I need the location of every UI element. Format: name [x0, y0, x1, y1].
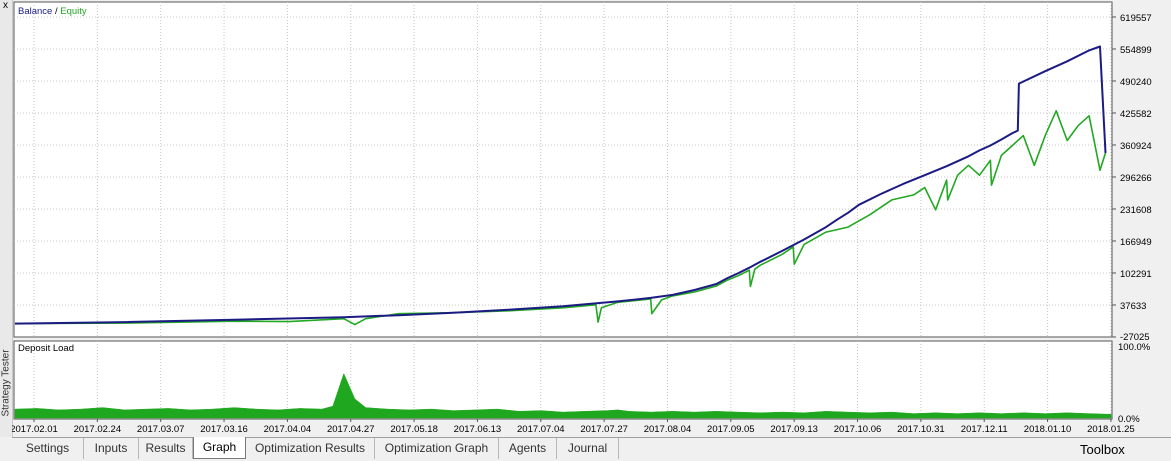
side-title: Strategy Tester — [0, 343, 12, 423]
x-tick-label: 2017.12.11 — [961, 424, 1008, 435]
legend-equity: Equity — [60, 6, 87, 17]
x-tick-label: 2018.01.10 — [1024, 424, 1072, 435]
x-tick-label: 2017.05.18 — [390, 424, 438, 435]
time-axis: 2017.02.01 2017.02.24 2017.03.07 2017.03.16… — [12, 419, 1135, 435]
y-tick-label: 490240 — [1120, 77, 1152, 88]
y-tick-label: 102291 — [1120, 269, 1152, 280]
close-icon[interactable]: x — [0, 0, 11, 11]
x-tick-label: 2017.09.05 — [707, 424, 755, 435]
legend: Balance / Equity — [18, 6, 87, 17]
y-tick-label: 619557 — [1120, 13, 1152, 24]
tab-results[interactable]: Results — [139, 438, 193, 459]
tab-journal[interactable]: Journal — [557, 438, 619, 459]
x-tick-label: 2017.10.06 — [834, 424, 882, 435]
load-y-tick-label: 100.0% — [1118, 342, 1151, 353]
tab-graph[interactable]: Graph — [193, 437, 246, 459]
legend-balance: Balance — [18, 6, 55, 17]
deposit-load-panel: Deposit Load 100.0%0.0% — [13, 340, 1151, 425]
y-tick-label: 231608 — [1120, 205, 1152, 216]
x-tick-label: 2017.02.01 — [12, 424, 58, 435]
y-tick-label: 296266 — [1120, 173, 1152, 184]
toolbox-label: Toolbox — [1080, 442, 1125, 457]
tab-optimization-results[interactable]: Optimization Results — [246, 438, 375, 459]
x-tick-label: 2018.01.25 — [1087, 424, 1135, 435]
y-tick-label: 166949 — [1120, 237, 1152, 248]
y-tick-label: 37633 — [1120, 301, 1146, 312]
x-tick-label: 2017.07.04 — [517, 424, 565, 435]
side-title-text: Strategy Tester — [0, 349, 12, 417]
x-tick-label: 2017.03.16 — [200, 424, 248, 435]
x-tick-label: 2017.09.13 — [770, 424, 818, 435]
load-plot-frame — [13, 340, 1113, 420]
y-tick-label: 425582 — [1120, 109, 1152, 120]
y-tick-label: 360924 — [1120, 141, 1152, 152]
x-tick-label: 2017.03.07 — [137, 424, 185, 435]
x-tick-label: 2017.10.31 — [897, 424, 945, 435]
x-tick-label: 2017.02.24 — [74, 424, 122, 435]
tab-inputs[interactable]: Inputs — [84, 438, 139, 459]
x-tick-label: 2017.04.27 — [327, 424, 375, 435]
tab-agents[interactable]: Agents — [499, 438, 557, 459]
x-tick-label: 2017.04.04 — [264, 424, 312, 435]
y-tick-label: 554899 — [1120, 45, 1152, 56]
tab-bar: Settings Inputs Results Graph Optimization R… — [12, 437, 1171, 461]
chart-area: 619557 554899 490240 425582 360924 296266 2316… — [12, 1, 1152, 435]
tab-settings[interactable]: Settings — [12, 438, 84, 459]
deposit-load-title: Deposit Load — [18, 343, 74, 354]
toolbox-label-wrap: Toolbox — [1080, 441, 1160, 459]
x-tick-label: 2017.06.13 — [454, 424, 502, 435]
balance-equity-panel: 619557 554899 490240 425582 360924 296266 2316… — [13, 1, 1152, 343]
x-tick-label: 2017.08.04 — [644, 424, 692, 435]
main-plot-frame — [13, 1, 1113, 338]
tab-optimization-graph[interactable]: Optimization Graph — [375, 438, 499, 459]
x-tick-label: 2017.07.27 — [580, 424, 628, 435]
